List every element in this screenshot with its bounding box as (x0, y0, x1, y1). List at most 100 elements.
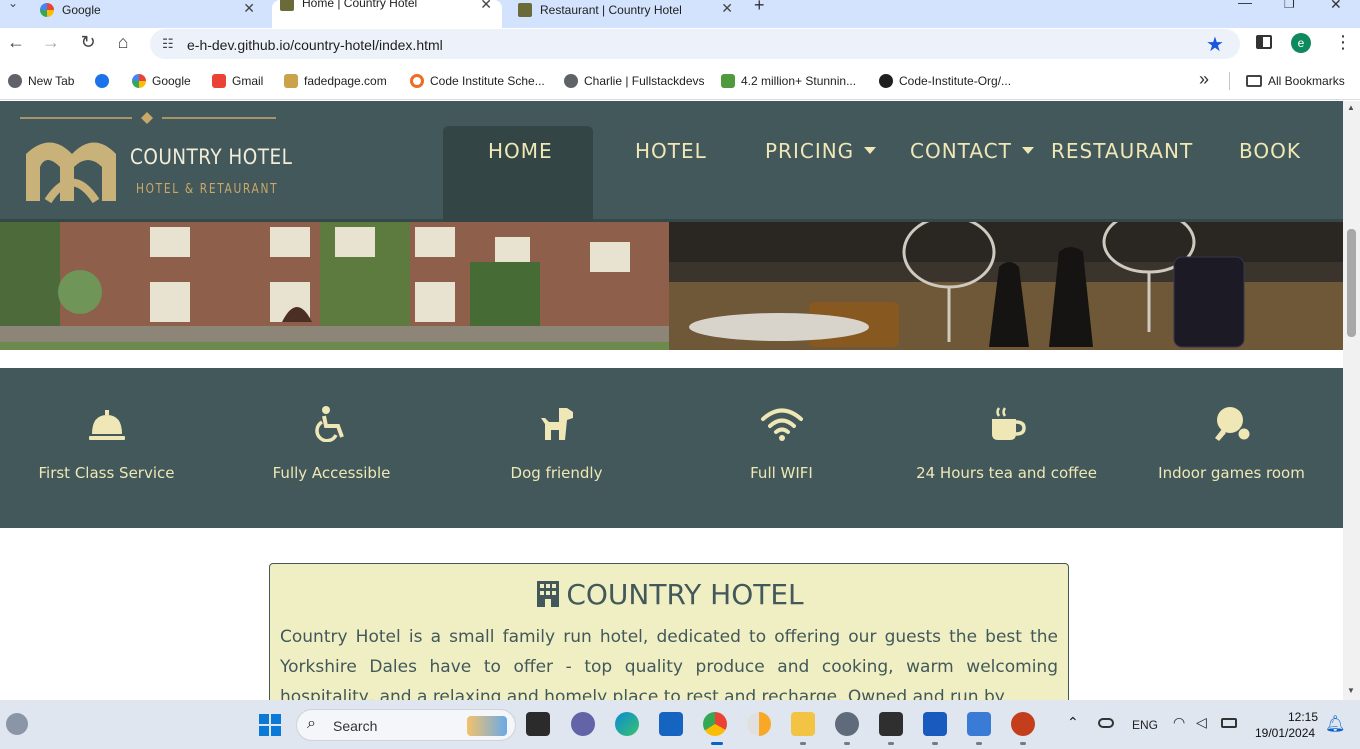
clock-date[interactable]: 19/01/2024 (1255, 726, 1315, 740)
word-icon[interactable] (923, 712, 947, 736)
table-setting-illustration (669, 222, 1343, 350)
close-window-icon[interactable]: ✕ (1330, 0, 1342, 13)
scrollbar-thumb[interactable] (1347, 229, 1356, 337)
google-icon (132, 74, 146, 88)
windows-start-icon[interactable] (259, 714, 281, 736)
nav-contact[interactable]: CONTACT (910, 139, 1034, 163)
close-tab-icon[interactable]: ✕ (721, 0, 733, 17)
google-icon (40, 3, 54, 17)
file-explorer-icon[interactable] (791, 712, 815, 736)
feature-tea-and-coffee: 24 Hours tea and coffee (894, 368, 1119, 528)
chrome-icon[interactable] (703, 712, 727, 736)
tab-title: Google (62, 3, 101, 17)
feature-label: Indoor games room (1158, 464, 1305, 482)
notification-bell-icon[interactable]: 🔔︎ (1325, 714, 1345, 734)
tab-list-chevron-icon[interactable]: ⌄ (8, 0, 18, 10)
restaurant-table-image (669, 222, 1343, 350)
feature-indoor-games-room: Indoor games room (1119, 368, 1343, 528)
home-icon[interactable]: ⌂ (112, 32, 134, 53)
forward-icon[interactable]: → (40, 32, 62, 53)
all-bookmarks-button[interactable]: All Bookmarks (1246, 74, 1345, 88)
close-tab-icon[interactable]: ✕ (480, 0, 492, 13)
more-bookmarks-icon[interactable]: » (1199, 69, 1209, 90)
bookmark-star-icon[interactable]: ★ (1206, 32, 1224, 57)
search-placeholder: Search (333, 718, 378, 734)
powerpoint-icon[interactable] (1011, 712, 1035, 736)
new-tab-button[interactable]: + (754, 0, 765, 16)
caret-down-icon (1021, 147, 1034, 154)
bookmark-github[interactable]: Code-Institute-Org/... (879, 74, 1011, 88)
show-hidden-icons-icon[interactable]: ⌃ (1067, 714, 1079, 731)
wifi-tray-icon[interactable]: ◠ (1173, 714, 1185, 731)
scroll-up-arrow-icon[interactable]: ▲ (1347, 103, 1355, 112)
nav-book[interactable]: BOOK (1239, 139, 1301, 163)
volume-icon[interactable]: ◁ (1196, 714, 1207, 731)
feature-fully-accessible: Fully Accessible (219, 368, 444, 528)
bookmark-google[interactable]: Google (132, 74, 191, 88)
back-icon[interactable]: ← (5, 32, 27, 53)
nav-restaurant[interactable]: RESTAURANT (1051, 139, 1193, 163)
settings-gear-icon[interactable] (835, 712, 859, 736)
github-icon (879, 74, 893, 88)
page-scrollbar[interactable]: ▲ ▼ (1343, 101, 1360, 700)
app-indicator (932, 742, 938, 745)
wheelchair-icon (314, 406, 344, 442)
search-icon: ⌕ (307, 715, 316, 732)
bookmark-charlie[interactable]: Charlie | Fullstackdevs (564, 74, 705, 88)
fp-icon (284, 74, 298, 88)
tab-home-country-hotel[interactable]: Home | Country Hotel ✕ (272, 0, 502, 28)
search-highlight-icon (467, 716, 507, 736)
address-bar[interactable]: ☷ e-h-dev.github.io/country-hotel/index.… (150, 29, 1240, 59)
logo-name: COUNTRY HOTEL (130, 145, 293, 169)
battery-icon[interactable] (1221, 718, 1237, 728)
bookmark-gmail[interactable]: Gmail (212, 74, 263, 88)
bookmark-label: Code Institute Sche... (430, 74, 545, 88)
scroll-down-arrow-icon[interactable]: ▼ (1347, 686, 1355, 695)
minimize-icon[interactable]: — (1238, 0, 1252, 10)
nav-hotel[interactable]: HOTEL (635, 139, 707, 163)
feature-label: First Class Service (38, 464, 175, 482)
side-panel-icon[interactable] (1256, 35, 1272, 49)
reload-icon[interactable]: ↻ (77, 32, 99, 53)
about-paragraph: Country Hotel is a small family run hote… (280, 627, 1058, 700)
menu-kebab-icon[interactable]: ⋮ (1334, 32, 1352, 53)
tab-restaurant-country-hotel[interactable]: Restaurant | Country Hotel ✕ (518, 0, 743, 20)
bookmark-code-institute[interactable]: Code Institute Sche... (410, 74, 545, 88)
nav-home[interactable]: HOME (488, 139, 553, 163)
clock-time[interactable]: 12:15 (1288, 710, 1318, 724)
bookmark-settings[interactable] (95, 74, 115, 88)
app-indicator (800, 742, 806, 745)
feature-first-class-service: First Class Service (0, 368, 219, 528)
restore-icon[interactable]: ❐ (1284, 0, 1295, 11)
profile-avatar[interactable]: e (1291, 33, 1311, 53)
app-indicator (844, 742, 850, 745)
bell-icon (88, 410, 125, 440)
notepad-icon[interactable] (967, 712, 991, 736)
tab-google[interactable]: Google ✕ (40, 0, 265, 20)
about-card: COUNTRY HOTEL Country Hotel is a small f… (269, 563, 1069, 700)
onedrive-icon[interactable] (1098, 718, 1114, 728)
taskbar-search[interactable]: ⌕ Search (296, 709, 516, 741)
edge-icon[interactable] (615, 712, 639, 736)
bookmark-label: 4.2 million+ Stunnin... (741, 74, 857, 88)
weather-icon[interactable] (6, 713, 28, 735)
all-bookmarks-label: All Bookmarks (1268, 74, 1345, 88)
hotel-logo[interactable]: COUNTRY HOTEL HOTEL & RETAURANT (20, 109, 292, 214)
close-tab-icon[interactable]: ✕ (243, 0, 255, 17)
bookmarks-divider (1229, 72, 1230, 90)
site-info-icon[interactable]: ☷ (162, 36, 174, 52)
hotel-building-illustration (0, 222, 669, 350)
bookmark-new-tab[interactable]: New Tab (8, 74, 74, 88)
px-icon (721, 74, 735, 88)
nav-pricing[interactable]: PRICING (765, 139, 877, 163)
bookmark-fadedpage[interactable]: fadedpage.com (284, 74, 387, 88)
language-indicator[interactable]: ENG (1132, 718, 1158, 732)
teams-chat-icon[interactable] (571, 712, 595, 736)
bookmark-pexels[interactable]: 4.2 million+ Stunnin... (721, 74, 856, 88)
task-view-icon[interactable] (526, 712, 550, 736)
mail-icon[interactable] (659, 712, 683, 736)
dog-icon (540, 408, 573, 440)
chrome-canary-icon[interactable] (747, 712, 771, 736)
url-text[interactable]: e-h-dev.github.io/country-hotel/index.ht… (187, 37, 443, 53)
sticky-notes-icon[interactable] (879, 712, 903, 736)
